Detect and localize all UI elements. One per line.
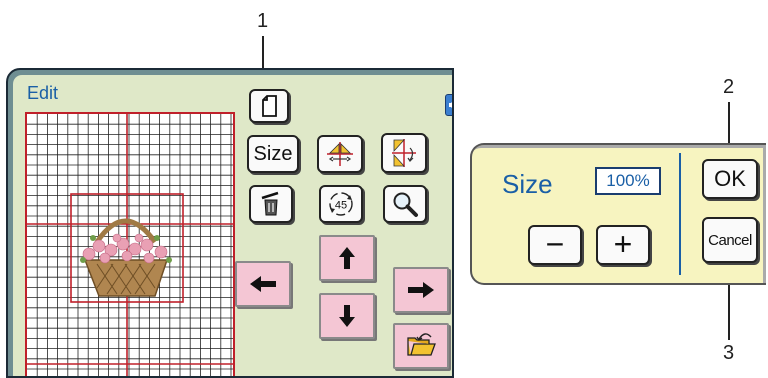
move-down-button[interactable]	[319, 293, 375, 339]
callout-3: 3	[723, 342, 735, 364]
delete-button[interactable]	[249, 185, 293, 223]
ok-button[interactable]: OK	[702, 159, 758, 199]
vertical-flip-button[interactable]	[381, 133, 427, 173]
layout-button[interactable]	[249, 89, 289, 123]
move-left-button[interactable]	[235, 261, 291, 307]
speaker-icon	[449, 102, 452, 108]
zoom-button[interactable]	[383, 185, 427, 223]
mirror-flip-icon	[327, 142, 353, 166]
screen-title: Edit	[27, 83, 59, 103]
callout-1: 1	[257, 10, 269, 32]
edit-screen-body: Edit Size 45	[13, 75, 452, 376]
arrow-left-icon	[250, 276, 276, 292]
size-panel: Size 100% − + OK Cancel	[470, 143, 766, 285]
open-folder-icon	[407, 333, 436, 356]
size-button-label: Size	[253, 142, 293, 165]
panel-divider	[679, 153, 681, 275]
sound-toggle-button[interactable]	[445, 94, 452, 116]
rotate-45-icon: 45	[329, 192, 353, 216]
plus-icon: +	[613, 225, 633, 262]
minus-icon: −	[545, 225, 565, 262]
magnifier-icon	[393, 192, 418, 217]
move-right-button[interactable]	[393, 267, 449, 313]
arrow-down-icon	[339, 305, 355, 327]
edit-screen: Edit Size 45	[6, 68, 454, 378]
size-button[interactable]: Size	[247, 135, 299, 173]
cancel-button-label: Cancel	[708, 231, 752, 249]
page-outline-icon	[262, 95, 277, 117]
size-label: Size	[502, 169, 553, 199]
rotate-button-label: 45	[335, 200, 347, 212]
ok-button-label: OK	[714, 166, 746, 191]
size-increase-button[interactable]: +	[596, 225, 650, 265]
flower-basket-image	[80, 218, 172, 297]
callout-2: 2	[723, 76, 735, 98]
size-value-display: 100%	[595, 167, 661, 195]
arrow-up-icon	[339, 247, 355, 269]
vertical-flip-icon	[392, 139, 416, 167]
grid-lines	[27, 114, 233, 376]
open-folder-button[interactable]	[393, 323, 449, 369]
trash-icon	[261, 191, 279, 216]
rotate-button[interactable]: 45	[319, 185, 363, 223]
mirror-button[interactable]	[317, 135, 363, 173]
arrow-right-icon	[408, 282, 434, 298]
design-grid[interactable]	[25, 112, 235, 376]
move-up-button[interactable]	[319, 235, 375, 281]
size-decrease-button[interactable]: −	[528, 225, 582, 265]
cancel-button[interactable]: Cancel	[702, 217, 758, 263]
